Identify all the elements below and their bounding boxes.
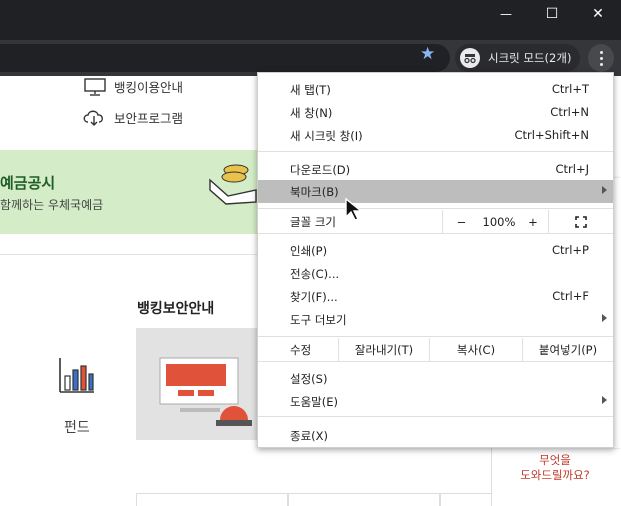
nav-label: 뱅킹이용안내 (114, 80, 184, 95)
copy-button[interactable]: 복사(C) (429, 338, 522, 361)
menu-item-cast[interactable]: 전송(C)... (258, 262, 613, 285)
menu-item-exit[interactable]: 종료(X) (258, 424, 613, 447)
submenu-arrow-icon (602, 186, 607, 194)
menu-separator (258, 416, 613, 417)
menu-item-new-incognito[interactable]: 새 시크릿 창(I) Ctrl+Shift+N (258, 124, 613, 147)
help-text-line: 도와드릴까요? (520, 468, 590, 482)
menu-item-help[interactable]: 도움말(E) (258, 390, 613, 413)
cut-label: 잘라내기(T) (354, 342, 414, 357)
menu-shortcut: Ctrl+T (551, 82, 589, 96)
edit-label: 수정 (290, 343, 312, 357)
incognito-icon (460, 48, 480, 68)
menu-item-more-tools[interactable]: 도구 더보기 (258, 308, 613, 331)
menu-label: 설정(S) (290, 372, 328, 386)
chrome-main-menu: 새 탭(T) Ctrl+T 새 창(N) Ctrl+N 새 시크릿 창(I) C… (257, 72, 614, 448)
bottom-card[interactable] (288, 493, 440, 506)
menu-label: 도구 더보기 (290, 313, 347, 327)
monitor-icon (84, 77, 106, 96)
help-text-line: 무엇을 (539, 453, 571, 467)
incognito-indicator[interactable]: 시크릿 모드(2개) (455, 44, 580, 72)
menu-separator (258, 208, 613, 209)
close-window-button[interactable]: ✕ (575, 0, 621, 28)
maximize-button[interactable]: ☐ (529, 0, 575, 28)
menu-item-new-tab[interactable]: 새 탭(T) Ctrl+T (258, 78, 613, 101)
kebab-dot (599, 62, 603, 66)
menu-label: 종료(X) (290, 429, 329, 443)
star-icon[interactable]: ★ (420, 46, 435, 63)
menu-item-bookmarks[interactable]: 북마크(B) (258, 180, 613, 203)
menu-label: 찾기(F)... (290, 290, 338, 304)
paste-label: 붙여넣기(P) (538, 342, 598, 357)
minimize-button[interactable]: — (483, 0, 529, 28)
incognito-label: 시크릿 모드(2개) (488, 51, 572, 65)
maximize-icon: ☐ (545, 6, 559, 22)
fullscreen-button[interactable] (548, 210, 613, 233)
menu-label: 새 창(N) (290, 106, 333, 120)
menu-item-find[interactable]: 찾기(F)... Ctrl+F (258, 285, 613, 308)
browser-toolbar: ★ 시크릿 모드(2개) (0, 40, 621, 76)
menu-label: 도움말(E) (290, 395, 338, 409)
security-guide-thumbnail[interactable] (136, 328, 258, 440)
banner-subtitle: 함께하는 우체국예금 (0, 198, 104, 212)
kebab-dot (599, 50, 603, 54)
nav-banking-guide[interactable]: 뱅킹이용안내 (84, 77, 183, 96)
menu-shortcut: Ctrl+N (550, 105, 589, 119)
menu-separator (258, 233, 613, 234)
fullscreen-icon (575, 215, 587, 228)
menu-item-print[interactable]: 인쇄(P) Ctrl+P (258, 239, 613, 262)
menu-zoom-row: 글꼴 크기 − 100% + (258, 210, 613, 233)
section-title: 뱅킹보안안내 (137, 301, 215, 317)
menu-item-settings[interactable]: 설정(S) (258, 367, 613, 390)
cloud-download-icon (83, 110, 103, 126)
menu-label: 새 시크릿 창(I) (290, 129, 363, 143)
menu-shortcut: Ctrl+F (552, 289, 589, 303)
menu-item-new-window[interactable]: 새 창(N) Ctrl+N (258, 101, 613, 124)
menu-label: 다운로드(D) (290, 163, 351, 177)
zoom-in-button[interactable]: + (518, 210, 548, 233)
menu-separator (258, 361, 613, 362)
deposit-notice-banner[interactable]: 예금공시 함께하는 우체국예금 (0, 150, 300, 234)
zoom-value: 100% (482, 214, 516, 229)
close-icon: ✕ (592, 6, 604, 22)
menu-separator (258, 151, 613, 152)
nav-security-program[interactable]: 보안프로그램 (82, 107, 183, 127)
menu-label: 인쇄(P) (290, 244, 328, 258)
zoom-out-button[interactable]: − (442, 210, 480, 233)
bottom-card[interactable] (440, 493, 492, 506)
minus-icon: − (456, 214, 467, 229)
address-bar[interactable] (0, 44, 450, 72)
menu-separator (258, 336, 613, 337)
mouse-cursor-icon (345, 197, 363, 221)
help-prompt[interactable]: 무엇을 도와드릴까요? (512, 453, 598, 483)
menu-label: 전송(C)... (290, 267, 340, 281)
cut-button[interactable]: 잘라내기(T) (338, 338, 429, 361)
menu-shortcut: Ctrl+J (555, 162, 590, 176)
chrome-menu-button[interactable] (588, 44, 614, 72)
menu-label: 북마크(B) (290, 185, 339, 199)
coins-hand-icon (209, 164, 257, 205)
kebab-dot (599, 56, 603, 60)
paste-button[interactable]: 붙여넣기(P) (522, 338, 613, 361)
plus-icon: + (528, 214, 538, 229)
menu-item-downloads[interactable]: 다운로드(D) Ctrl+J (258, 158, 613, 181)
security-alert-illustration (159, 357, 252, 426)
menu-edit-row: 수정 잘라내기(T) 복사(C) 붙여넣기(P) (258, 338, 613, 361)
title-bar: — ☐ ✕ (0, 0, 621, 40)
copy-label: 복사(C) (456, 342, 496, 357)
menu-shortcut: Ctrl+Shift+N (514, 128, 589, 142)
submenu-arrow-icon (602, 396, 607, 404)
nav-label: 보안프로그램 (114, 110, 184, 126)
menu-shortcut: Ctrl+P (551, 243, 589, 257)
submenu-arrow-icon (602, 314, 607, 322)
zoom-level: 100% (480, 210, 518, 233)
zoom-label: 글꼴 크기 (290, 215, 336, 229)
banner-title: 예금공시 (0, 174, 56, 192)
minimize-icon: — (500, 7, 512, 21)
menu-label: 새 탭(T) (290, 83, 331, 97)
fund-label[interactable]: 펀드 (64, 417, 90, 437)
chart-icon (59, 358, 94, 393)
bottom-card[interactable] (136, 493, 288, 506)
